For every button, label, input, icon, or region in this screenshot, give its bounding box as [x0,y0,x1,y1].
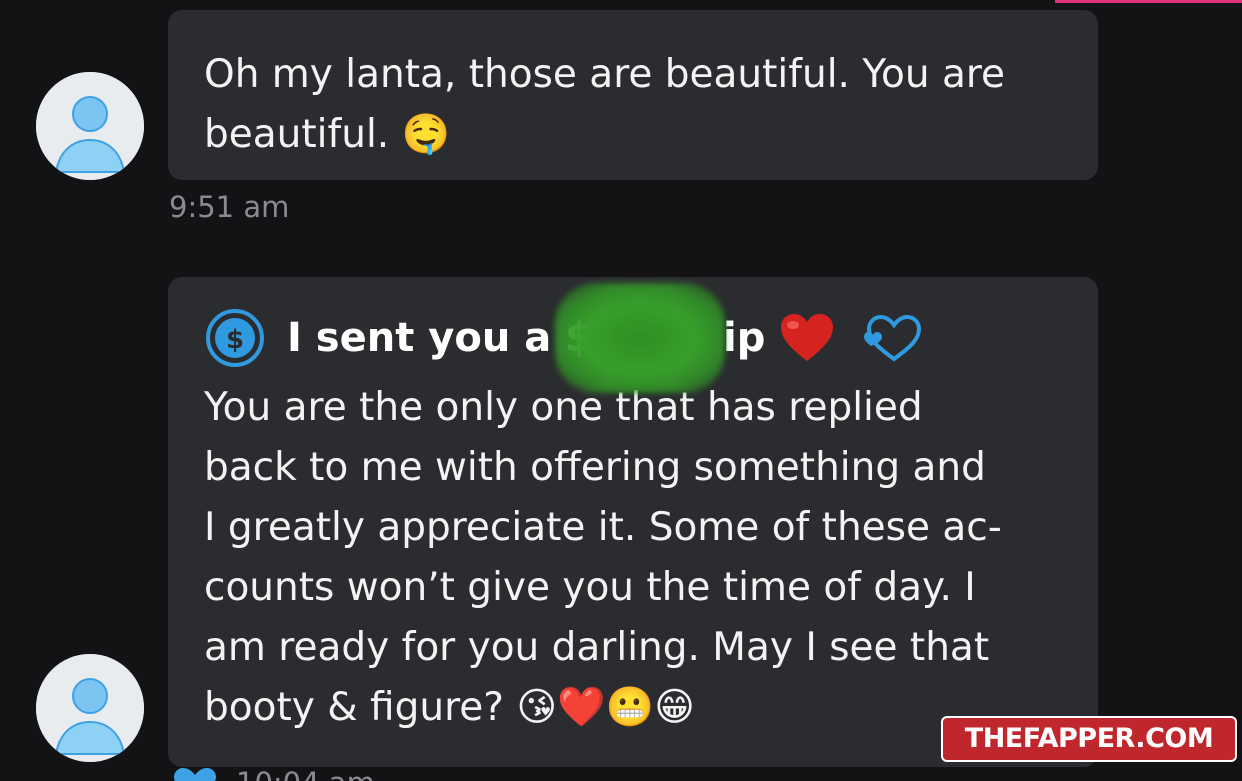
sender-avatar[interactable] [36,654,144,762]
message-timestamp: 9:51 am [169,190,290,224]
message-text: You are the only one that has replied ba… [204,378,1062,738]
censor-blur [555,283,725,393]
message-line: I greatly appreciate it. Some of these a… [204,505,1002,550]
message-timestamp: 10:04 am [236,766,375,781]
message-line: counts won’t give you the time of day. I [204,565,976,610]
tip-label-text: I sent you a $ [287,315,593,361]
dollar-circle-icon: $ [204,307,266,369]
watermark: THEFAPPER.COM [941,716,1237,762]
like-heart-icon[interactable] [172,768,218,781]
message-line: back to me with offering something and [204,445,986,490]
red-heart-icon [779,313,835,363]
message-bubble[interactable]: Oh my lanta, those are beautiful. You ar… [168,10,1098,180]
message-body: Oh my lanta, those are beautiful. You ar… [204,52,1006,157]
message-line: am ready for you darling. May I see that [204,625,990,670]
message-line-last: booty & figure? 😘❤️😬😁 [204,678,1062,738]
chat-screen: Oh my lanta, those are beautiful. You ar… [0,0,1242,781]
user-avatar-icon [36,72,144,180]
emoji-group: 😘❤️😬😁 [516,685,695,730]
heart-outline-icon[interactable] [861,312,923,364]
tip-label-tail: ip [722,315,766,361]
drooling-face-emoji: 🤤 [401,112,451,157]
sender-avatar[interactable] [36,72,144,180]
user-avatar-icon [36,654,144,762]
message-text: Oh my lanta, those are beautiful. You ar… [204,10,1062,165]
svg-text:$: $ [226,325,244,355]
message-line: booty & figure? [204,685,504,730]
top-accent-bar [1055,0,1242,3]
